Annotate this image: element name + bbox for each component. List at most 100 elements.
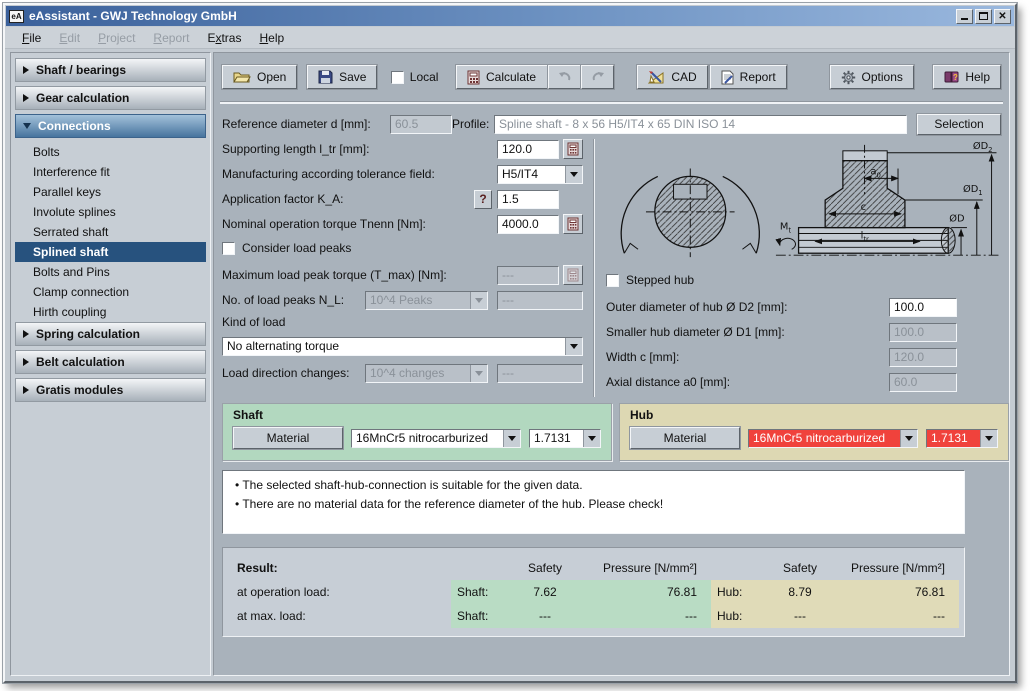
hub-material-dropdown[interactable]: 16MnCr5 nitrocarburized — [748, 429, 918, 448]
menu-extras[interactable]: Extras — [198, 28, 250, 48]
help-button[interactable]: ? Help — [933, 65, 1001, 89]
chevron-down-icon — [23, 123, 31, 129]
calculator-button[interactable] — [563, 214, 583, 234]
hub-material-number-dropdown[interactable]: 1.7131 — [926, 429, 998, 448]
toolbar: Open Save Local Calculate — [214, 53, 1009, 95]
hub-panel-title: Hub — [630, 408, 998, 422]
sidebar-item-hirth-coupling[interactable]: Hirth coupling — [15, 302, 206, 322]
options-button[interactable]: Options — [830, 65, 914, 89]
load-direction-unit-dropdown: 10^4 changes — [365, 364, 488, 383]
close-button[interactable]: ✕ — [994, 9, 1011, 24]
load-direction-label: Load direction changes: — [222, 366, 365, 380]
sidebar-header-gratis-modules[interactable]: Gratis modules — [15, 378, 206, 402]
num-load-peaks-label: No. of load peaks N_L: — [222, 293, 365, 307]
sidebar-item-clamp-connection[interactable]: Clamp connection — [15, 282, 206, 302]
nominal-torque-field[interactable]: 4000.0 — [497, 215, 559, 234]
chevron-right-icon — [23, 386, 29, 394]
load-direction-field: --- — [497, 364, 583, 383]
application-factor-label: Application factor K_A: — [222, 192, 474, 206]
local-checkbox-label: Local — [410, 70, 439, 84]
minimize-icon — [961, 17, 968, 20]
reference-diameter-field: 60.5 — [390, 115, 452, 134]
safety-column-header: Safety — [761, 556, 839, 580]
load-peaks-unit-dropdown: 10^4 Peaks — [365, 291, 488, 310]
shaft-material-button[interactable]: Material — [233, 427, 343, 449]
menu-help[interactable]: Help — [250, 28, 293, 48]
help-question-button[interactable]: ? — [474, 190, 492, 209]
sidebar-item-interference-fit[interactable]: Interference fit — [15, 162, 206, 182]
shaft-pressure-value: --- — [583, 604, 711, 628]
result-row-label: at max. load: — [231, 604, 451, 628]
sidebar-header-spring-calculation[interactable]: Spring calculation — [15, 322, 206, 346]
calculator-button[interactable] — [563, 139, 583, 159]
message-line: The selected shaft-hub-connection is sui… — [235, 476, 952, 495]
calculator-icon — [467, 70, 480, 85]
report-button[interactable]: Report — [710, 65, 787, 89]
results-table: Result: Safety Pressure [N/mm²] Safety P… — [231, 556, 956, 628]
kind-of-load-dropdown[interactable]: No alternating torque — [222, 337, 583, 356]
sidebar-item-involute-splines[interactable]: Involute splines — [15, 202, 206, 222]
nominal-torque-label: Nominal operation torque Tnenn [Nm]: — [222, 217, 497, 231]
sidebar-header-shaft-bearings[interactable]: Shaft / bearings — [15, 58, 206, 82]
shaft-row-label: Shaft: — [451, 604, 507, 628]
tolerance-field-label: Manufacturing according tolerance field: — [222, 167, 497, 181]
kind-of-load-label: Kind of load — [222, 315, 583, 330]
chevron-down-icon — [900, 430, 917, 447]
stepped-hub-checkbox[interactable] — [606, 274, 619, 287]
sidebar-header-connections[interactable]: Connections — [15, 114, 206, 138]
menu-file[interactable]: File — [13, 28, 50, 48]
sidebar-item-parallel-keys[interactable]: Parallel keys — [15, 182, 206, 202]
consider-load-peaks-checkbox[interactable] — [222, 242, 235, 255]
sidebar-item-serrated-shaft[interactable]: Serrated shaft — [15, 222, 206, 242]
application-factor-field[interactable]: 1.5 — [497, 190, 559, 209]
menu-bar: File Edit Project Report Extras Help — [5, 27, 1015, 49]
sidebar-item-bolts-and-pins[interactable]: Bolts and Pins — [15, 262, 206, 282]
shaft-material-dropdown[interactable]: 16MnCr5 nitrocarburized — [351, 429, 521, 448]
hub-material-panel: Hub Material 16MnCr5 nitrocarburized 1.7… — [619, 403, 1009, 461]
main-panel: Open Save Local Calculate — [213, 52, 1010, 676]
sidebar-header-belt-calculation[interactable]: Belt calculation — [15, 350, 206, 374]
hub-safety-value: --- — [761, 604, 839, 628]
open-button[interactable]: Open — [222, 65, 297, 89]
outer-diameter-field[interactable]: 100.0 — [889, 298, 957, 317]
ruler-pencil-icon — [648, 70, 665, 85]
shaft-material-number-dropdown[interactable]: 1.7131 — [529, 429, 601, 448]
svg-text:Mt: Mt — [780, 222, 791, 235]
redo-button — [581, 65, 614, 89]
sidebar-item-bolts[interactable]: Bolts — [15, 142, 206, 162]
materials-section: Shaft Material 16MnCr5 nitrocarburized 1… — [222, 403, 1001, 461]
sidebar-header-gear-calculation[interactable]: Gear calculation — [15, 86, 206, 110]
redo-arrow-icon — [591, 70, 605, 85]
hub-pressure-value: --- — [839, 604, 959, 628]
chevron-right-icon — [23, 66, 29, 74]
hub-material-button[interactable]: Material — [630, 427, 740, 449]
document-icon — [721, 70, 734, 85]
axial-distance-field: 60.0 — [889, 373, 957, 392]
shaft-row-label: Shaft: — [451, 580, 507, 604]
folder-icon — [233, 70, 251, 84]
consider-load-peaks-label: Consider load peaks — [242, 241, 351, 255]
gear-icon — [841, 70, 856, 85]
load-peaks-field: --- — [497, 291, 583, 310]
width-c-field: 120.0 — [889, 348, 957, 367]
save-button[interactable]: Save — [307, 65, 377, 89]
chevron-down-icon — [980, 430, 997, 447]
supporting-length-field[interactable]: 120.0 — [497, 140, 559, 159]
client-area: Shaft / bearings Gear calculation Connec… — [8, 50, 1012, 678]
svg-text:?: ? — [953, 73, 958, 82]
cad-button[interactable]: CAD — [637, 65, 707, 89]
tolerance-dropdown[interactable]: H5/IT4 — [497, 165, 583, 184]
smaller-diameter-field: 100.0 — [889, 323, 957, 342]
chevron-down-icon — [503, 430, 520, 447]
pressure-column-header: Pressure [N/mm²] — [839, 556, 959, 580]
local-checkbox[interactable] — [391, 71, 404, 84]
sidebar-item-splined-shaft[interactable]: Splined shaft — [15, 242, 206, 262]
minimize-button[interactable] — [956, 9, 973, 24]
hub-row-label: Hub: — [711, 604, 761, 628]
calculate-button[interactable]: Calculate — [456, 65, 548, 89]
width-c-label: Width c [mm]: — [606, 350, 889, 364]
sidebar: Shaft / bearings Gear calculation Connec… — [10, 52, 211, 676]
chevron-down-icon — [470, 292, 487, 309]
maximize-button[interactable] — [975, 9, 992, 24]
selection-button[interactable]: Selection — [917, 114, 1001, 135]
